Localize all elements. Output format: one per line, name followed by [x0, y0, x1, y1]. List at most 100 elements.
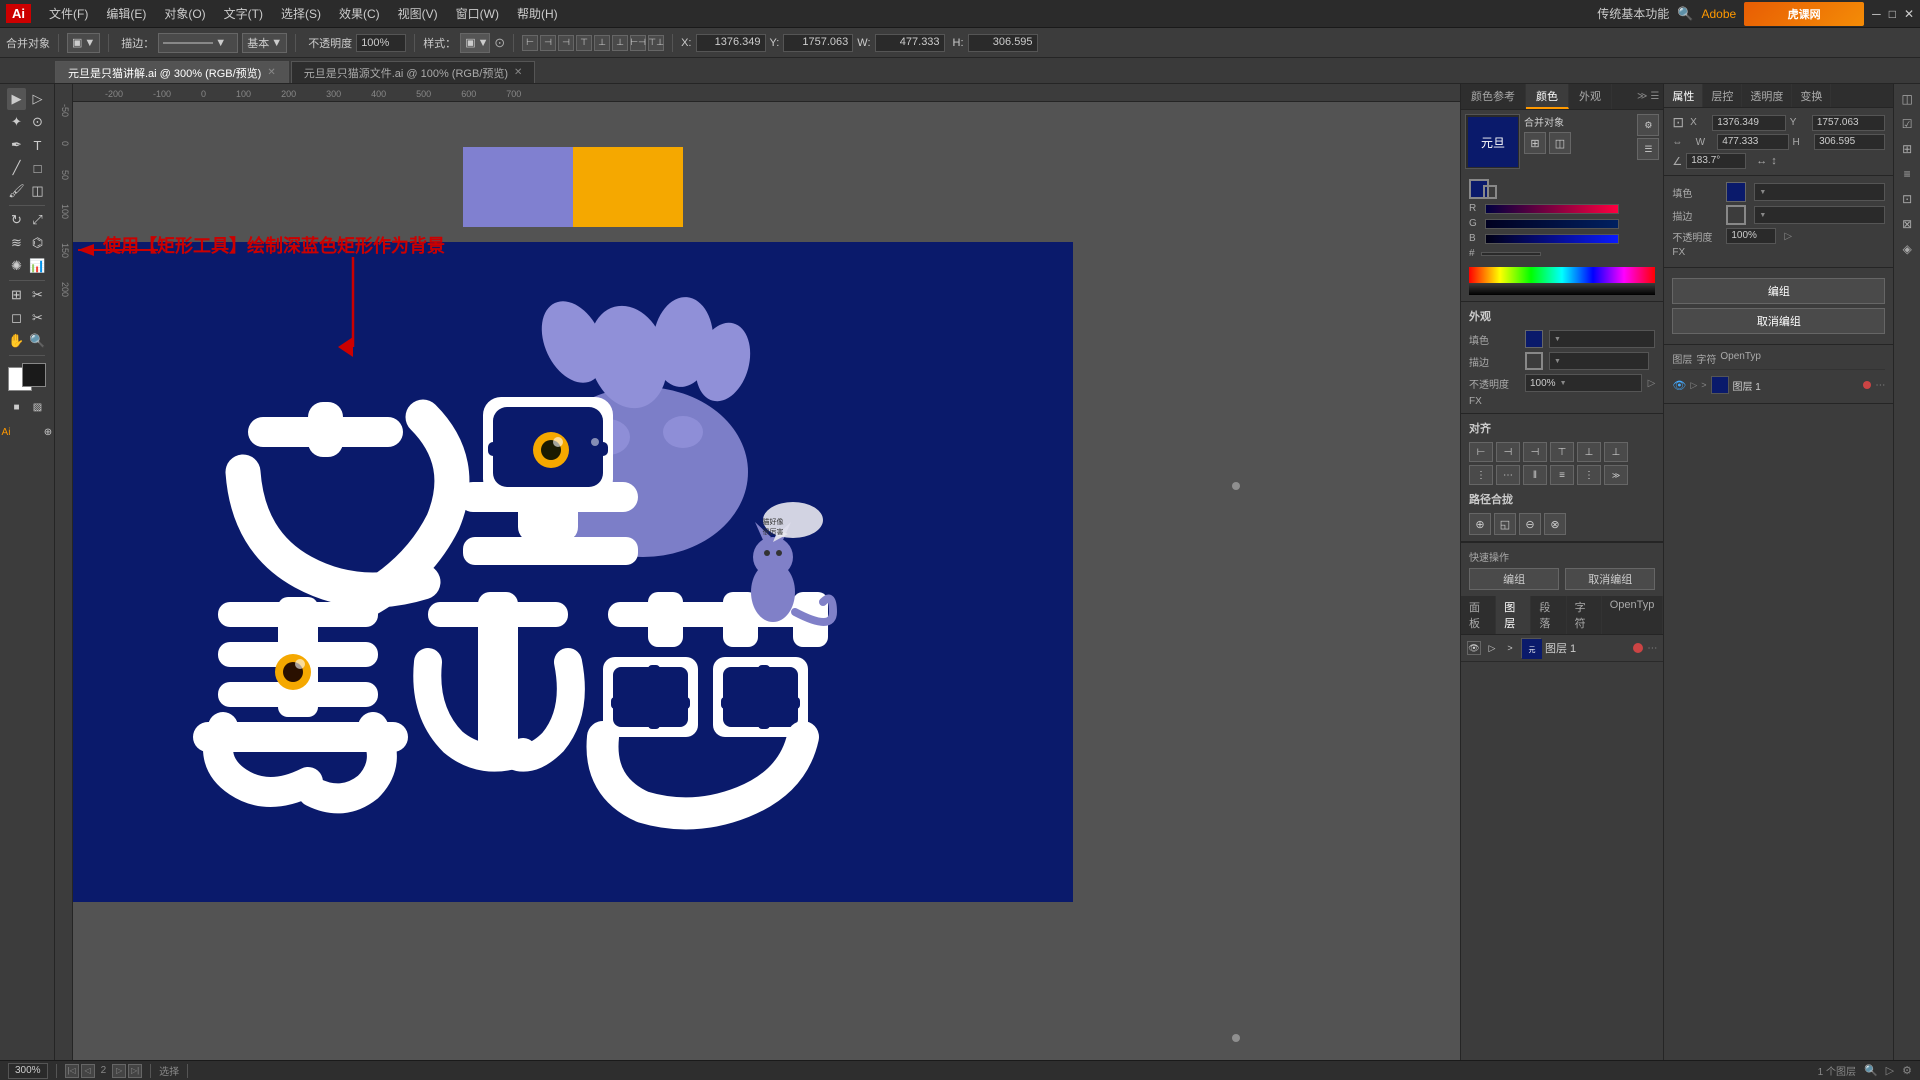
- fill-color-prop[interactable]: [1726, 182, 1746, 202]
- stroke-combo[interactable]: [1549, 352, 1649, 370]
- layer-visibility-btn[interactable]: 👁: [1467, 641, 1481, 655]
- tab-active[interactable]: 元旦是只猫讲解.ai @ 300% (RGB/预览) ✕: [55, 61, 289, 83]
- layers-tab-para[interactable]: 段落: [1531, 596, 1566, 634]
- graph-tool-btn[interactable]: 📊: [28, 255, 47, 277]
- group-btn[interactable]: 编组: [1469, 568, 1559, 590]
- menu-help[interactable]: 帮助(H): [509, 2, 566, 25]
- panel-menu-icon[interactable]: ☰: [1650, 91, 1659, 102]
- shape-intersect-btn[interactable]: ⊗: [1544, 513, 1566, 535]
- layer-row-1[interactable]: 👁 ▷ > 元 图层 1 ⋯: [1461, 635, 1663, 662]
- layers-tab-opentype[interactable]: OpenTyp: [1602, 596, 1664, 634]
- panel-tab-color-ref[interactable]: 颜色参考: [1461, 84, 1526, 109]
- expand-tool-btn[interactable]: ⊕: [28, 421, 55, 443]
- hex-input[interactable]: [1481, 252, 1541, 256]
- layer-expand-icon[interactable]: ⋯: [1647, 643, 1657, 654]
- layer-item-row[interactable]: 👁 ▷ > 图层 1 ⋯: [1672, 373, 1885, 397]
- dist-h3-btn[interactable]: ‖: [1523, 465, 1547, 485]
- stroke-mode-combo[interactable]: [1754, 206, 1885, 224]
- panel-tab-appearance[interactable]: 外观: [1569, 84, 1612, 109]
- tab-inactive-close[interactable]: ✕: [514, 67, 522, 78]
- panel-option-btn[interactable]: ☰: [1637, 138, 1659, 160]
- fill-mode-combo[interactable]: [1754, 183, 1885, 201]
- gradient-tool-btn[interactable]: ◫: [28, 180, 47, 202]
- g-slider[interactable]: [1485, 219, 1619, 229]
- line-tool-btn[interactable]: ╱: [7, 157, 26, 179]
- stroke-swatch-display[interactable]: [1525, 352, 1543, 370]
- layer-lock-btn[interactable]: >: [1503, 641, 1517, 655]
- settings-status-icon[interactable]: ⚙: [1902, 1064, 1912, 1077]
- layer-item-more[interactable]: ⋯: [1875, 380, 1885, 391]
- opacity-val-prop[interactable]: 100%: [1726, 228, 1776, 244]
- menu-effect[interactable]: 效果(C): [331, 2, 388, 25]
- char-mini-label[interactable]: 字符: [1696, 351, 1716, 366]
- fill-swatch-display[interactable]: [1525, 330, 1543, 348]
- lasso-btn[interactable]: ⊙: [28, 111, 47, 133]
- scissors-btn[interactable]: ✂: [28, 307, 47, 329]
- layers-mini-label[interactable]: 图层: [1672, 351, 1692, 366]
- duplicate-btn[interactable]: ◫: [1549, 132, 1571, 154]
- page-prev-btn[interactable]: ◁: [81, 1064, 95, 1078]
- menu-object[interactable]: 对象(O): [156, 2, 213, 25]
- add-to-group-btn[interactable]: ⊞: [1524, 132, 1546, 154]
- h-value[interactable]: 306.595: [968, 34, 1038, 52]
- page-next-btn[interactable]: ▷: [112, 1064, 126, 1078]
- layers-tab-panel[interactable]: 面板: [1461, 596, 1496, 634]
- align-bottom-edge-btn[interactable]: ⊥: [1604, 442, 1628, 462]
- tab-active-close[interactable]: ✕: [267, 67, 275, 78]
- magic-wand-btn[interactable]: ✦: [7, 111, 26, 133]
- opacity-expand-prop[interactable]: ▷: [1784, 231, 1792, 242]
- rect-tool-btn[interactable]: □: [28, 157, 47, 179]
- normal-mode-btn[interactable]: ■: [7, 396, 26, 418]
- angle-val[interactable]: 183.7°: [1686, 153, 1746, 169]
- menu-view[interactable]: 视图(V): [390, 2, 446, 25]
- align-top-edge-btn[interactable]: ⊤: [1550, 442, 1574, 462]
- w-value[interactable]: 477.333: [875, 34, 945, 52]
- opentype-mini-label[interactable]: OpenTyp: [1720, 351, 1761, 366]
- menu-text[interactable]: 文字(T): [216, 2, 271, 25]
- blend-tool-btn[interactable]: ⌬: [28, 232, 47, 254]
- flip-h-icon[interactable]: ↔: [1756, 155, 1767, 167]
- h-val-prop[interactable]: 306.595: [1814, 134, 1885, 150]
- type-tool-btn[interactable]: T: [28, 134, 47, 156]
- align-top-btn[interactable]: ⊤: [576, 35, 592, 51]
- w-val-prop[interactable]: 477.333: [1717, 134, 1788, 150]
- rotate-tool-btn[interactable]: ↻: [7, 209, 26, 231]
- align-v-center-btn[interactable]: ⊥: [1577, 442, 1601, 462]
- artboard-container[interactable]: 使用【矩形工具】绘制深蓝色矩形作为背景: [73, 102, 1460, 1060]
- search-icon[interactable]: 🔍: [1677, 6, 1693, 22]
- align-center-h-btn[interactable]: ⊣: [540, 35, 556, 51]
- foreground-color-box[interactable]: [22, 363, 46, 387]
- prop-tab-opacity[interactable]: 透明度: [1742, 84, 1792, 107]
- stroke-preset-dropdown[interactable]: 基本▼: [242, 33, 287, 53]
- dist-h-sp-btn[interactable]: ⋮: [1469, 465, 1493, 485]
- warp-tool-btn[interactable]: ≋: [7, 232, 26, 254]
- ungroup-btn[interactable]: 取消编组: [1565, 568, 1655, 590]
- color-spectrum-bar[interactable]: [1469, 267, 1655, 283]
- strip-btn-1[interactable]: ◫: [1896, 88, 1918, 110]
- canvas-handle-right[interactable]: [1232, 482, 1240, 490]
- dist-expand-btn[interactable]: ≫: [1604, 465, 1628, 485]
- panel-settings-btn[interactable]: ⚙: [1637, 114, 1659, 136]
- dist-h-btn[interactable]: ⊢⊣: [630, 35, 646, 51]
- strip-btn-3[interactable]: ⊞: [1896, 138, 1918, 160]
- strip-btn-2[interactable]: ☑: [1896, 113, 1918, 135]
- zoom-icons[interactable]: 🔍: [1864, 1064, 1878, 1077]
- hand-tool-btn[interactable]: ✋: [7, 330, 26, 352]
- slice-tool-btn[interactable]: ✂: [28, 284, 47, 306]
- zoom-tool-btn[interactable]: 🔍: [28, 330, 47, 352]
- flip-v-icon[interactable]: ↕: [1771, 155, 1777, 167]
- menu-select[interactable]: 选择(S): [273, 2, 329, 25]
- prop-tab-attr[interactable]: 属性: [1664, 84, 1703, 107]
- menu-window[interactable]: 窗口(W): [448, 2, 507, 25]
- layers-tab-char[interactable]: 字符: [1567, 596, 1602, 634]
- dist-v-sp-btn[interactable]: ⋯: [1496, 465, 1520, 485]
- panel-tab-color[interactable]: 颜色: [1526, 84, 1569, 109]
- group-action-btn[interactable]: 编组: [1672, 278, 1885, 304]
- close-btn[interactable]: ✕: [1904, 7, 1914, 21]
- paint-bucket-btn[interactable]: 🖌: [7, 180, 26, 202]
- menu-edit[interactable]: 编辑(E): [98, 2, 154, 25]
- align-bottom-btn[interactable]: ⊥: [612, 35, 628, 51]
- dist-v3-btn[interactable]: ≡: [1550, 465, 1574, 485]
- r-slider[interactable]: [1485, 204, 1619, 214]
- align-h-center-btn[interactable]: ⊣: [1496, 442, 1520, 462]
